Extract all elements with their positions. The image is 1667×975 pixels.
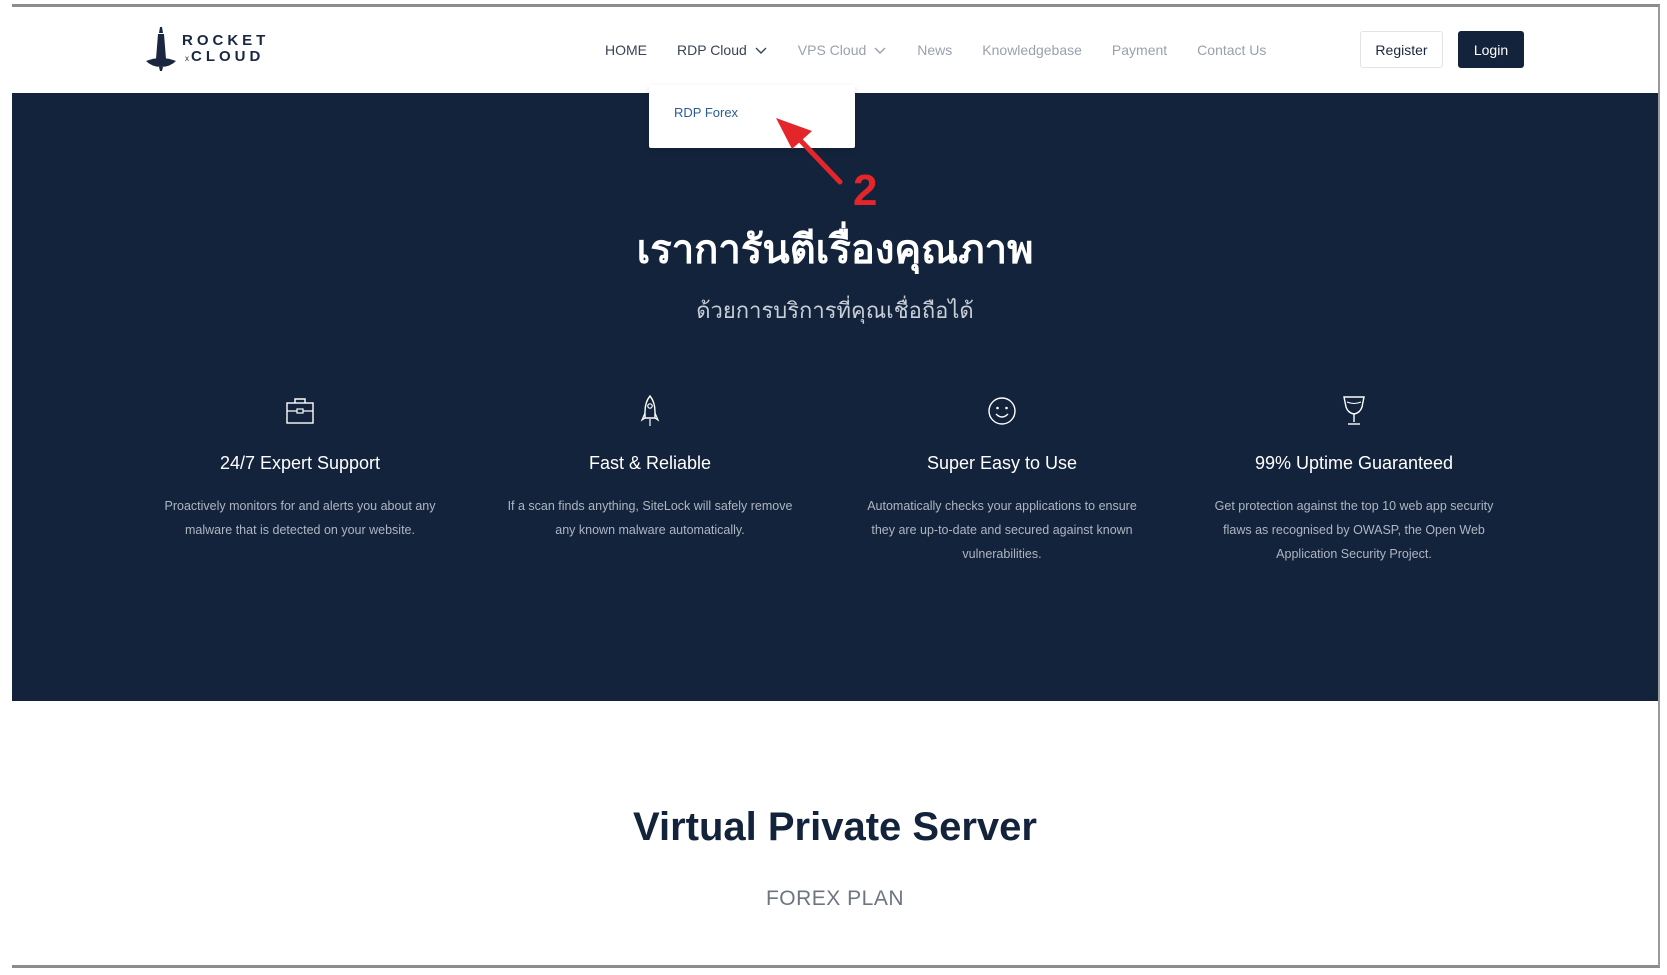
nav-knowledgebase-label: Knowledgebase xyxy=(982,42,1082,58)
feature-desc-line: If a scan finds anything, SiteLock will … xyxy=(507,499,793,513)
briefcase-icon xyxy=(286,398,314,424)
rocket-icon xyxy=(640,394,660,426)
feature-desc-line: they are up-to-date and secured against … xyxy=(871,523,1133,537)
site-header: ROCKET x CLOUD HOME RDP Cloud VPS Cloud N… xyxy=(12,7,1658,93)
logo-line2-wrap: x CLOUD xyxy=(185,49,269,67)
login-button[interactable]: Login xyxy=(1458,31,1524,68)
section-subtitle: FOREX PLAN xyxy=(765,887,905,910)
register-button[interactable]: Register xyxy=(1360,31,1443,68)
feature-easy-to-use: Super Easy to Use Automatically checks y… xyxy=(842,393,1162,566)
main-nav: HOME RDP Cloud VPS Cloud News Knowledgeb… xyxy=(605,33,1296,67)
lighthouse-logo-icon xyxy=(146,27,176,71)
hero-title: เราการันตีเรื่องคุณภาพ xyxy=(636,227,1034,273)
logo-line1: ROCKET xyxy=(182,32,270,49)
nav-rdp-cloud[interactable]: RDP Cloud xyxy=(677,42,768,58)
feature-desc-line: Get protection against the top 10 web ap… xyxy=(1214,499,1494,513)
feature-desc-line: Application Security Project. xyxy=(1276,547,1432,561)
logo-line2: CLOUD xyxy=(191,48,265,65)
nav-news-label: News xyxy=(917,42,953,58)
feature-title: Fast & Reliable xyxy=(588,453,712,473)
logo-mark: x xyxy=(185,54,189,63)
nav-home[interactable]: HOME xyxy=(605,42,647,58)
nav-contact-us-label: Contact Us xyxy=(1197,42,1267,58)
feature-desc-line: any known malware automatically. xyxy=(555,523,745,537)
feature-description: If a scan finds anything, SiteLock will … xyxy=(490,494,810,542)
rdp-cloud-dropdown: RDP Forex xyxy=(649,85,855,148)
nav-vps-cloud[interactable]: VPS Cloud xyxy=(798,42,887,58)
feature-fast-reliable: Fast & Reliable If a scan finds anything… xyxy=(490,393,810,542)
feature-title: 99% Uptime Guaranteed xyxy=(1254,453,1454,473)
feature-description: Proactively monitors for and alerts you … xyxy=(140,494,460,542)
section-title: Virtual Private Server xyxy=(633,805,1037,849)
annotation-step-number: 2 xyxy=(853,166,878,215)
nav-news[interactable]: News xyxy=(917,42,952,58)
hero-subtitle: ด้วยการบริการที่คุณเชื่อถือได้ xyxy=(696,299,974,324)
nav-knowledgebase[interactable]: Knowledgebase xyxy=(982,42,1082,58)
logo-wordmark: ROCKET x CLOUD xyxy=(182,33,269,67)
nav-home-label: HOME xyxy=(605,42,647,58)
nav-rdp-cloud-label: RDP Cloud xyxy=(677,42,747,58)
nav-payment-label: Payment xyxy=(1111,42,1168,58)
feature-description: Automatically checks your applications t… xyxy=(842,494,1162,566)
trophy-icon xyxy=(1343,396,1365,425)
hero-section: เราการันตีเรื่องคุณภาพ ด้วยการบริการที่ค… xyxy=(12,93,1658,701)
feature-desc-line: malware that is detected on your website… xyxy=(185,523,415,537)
dropdown-item-rdp-forex[interactable]: RDP Forex xyxy=(674,105,738,120)
chevron-down-icon xyxy=(874,47,886,54)
nav-payment[interactable]: Payment xyxy=(1112,42,1167,58)
feature-expert-support: 24/7 Expert Support Proactively monitors… xyxy=(140,393,460,542)
feature-desc-line: flaws as recognised by OWASP, the Open W… xyxy=(1223,523,1485,537)
feature-desc-line: vulnerabilities. xyxy=(962,547,1042,561)
feature-description: Get protection against the top 10 web ap… xyxy=(1194,494,1514,566)
chevron-down-icon xyxy=(755,47,767,54)
nav-vps-cloud-label: VPS Cloud xyxy=(797,42,867,58)
nav-contact-us[interactable]: Contact Us xyxy=(1197,42,1266,58)
feature-desc-line: Automatically checks your applications t… xyxy=(867,499,1137,513)
browser-frame: ROCKET x CLOUD HOME RDP Cloud VPS Cloud N… xyxy=(12,4,1660,968)
smiley-icon xyxy=(988,397,1016,425)
feature-title: 24/7 Expert Support xyxy=(219,453,381,473)
feature-desc-line: Proactively monitors for and alerts you … xyxy=(164,499,436,513)
feature-uptime: 99% Uptime Guaranteed Get protection aga… xyxy=(1194,393,1514,566)
site-logo[interactable]: ROCKET x CLOUD xyxy=(146,25,278,75)
feature-title: Super Easy to Use xyxy=(926,453,1078,473)
